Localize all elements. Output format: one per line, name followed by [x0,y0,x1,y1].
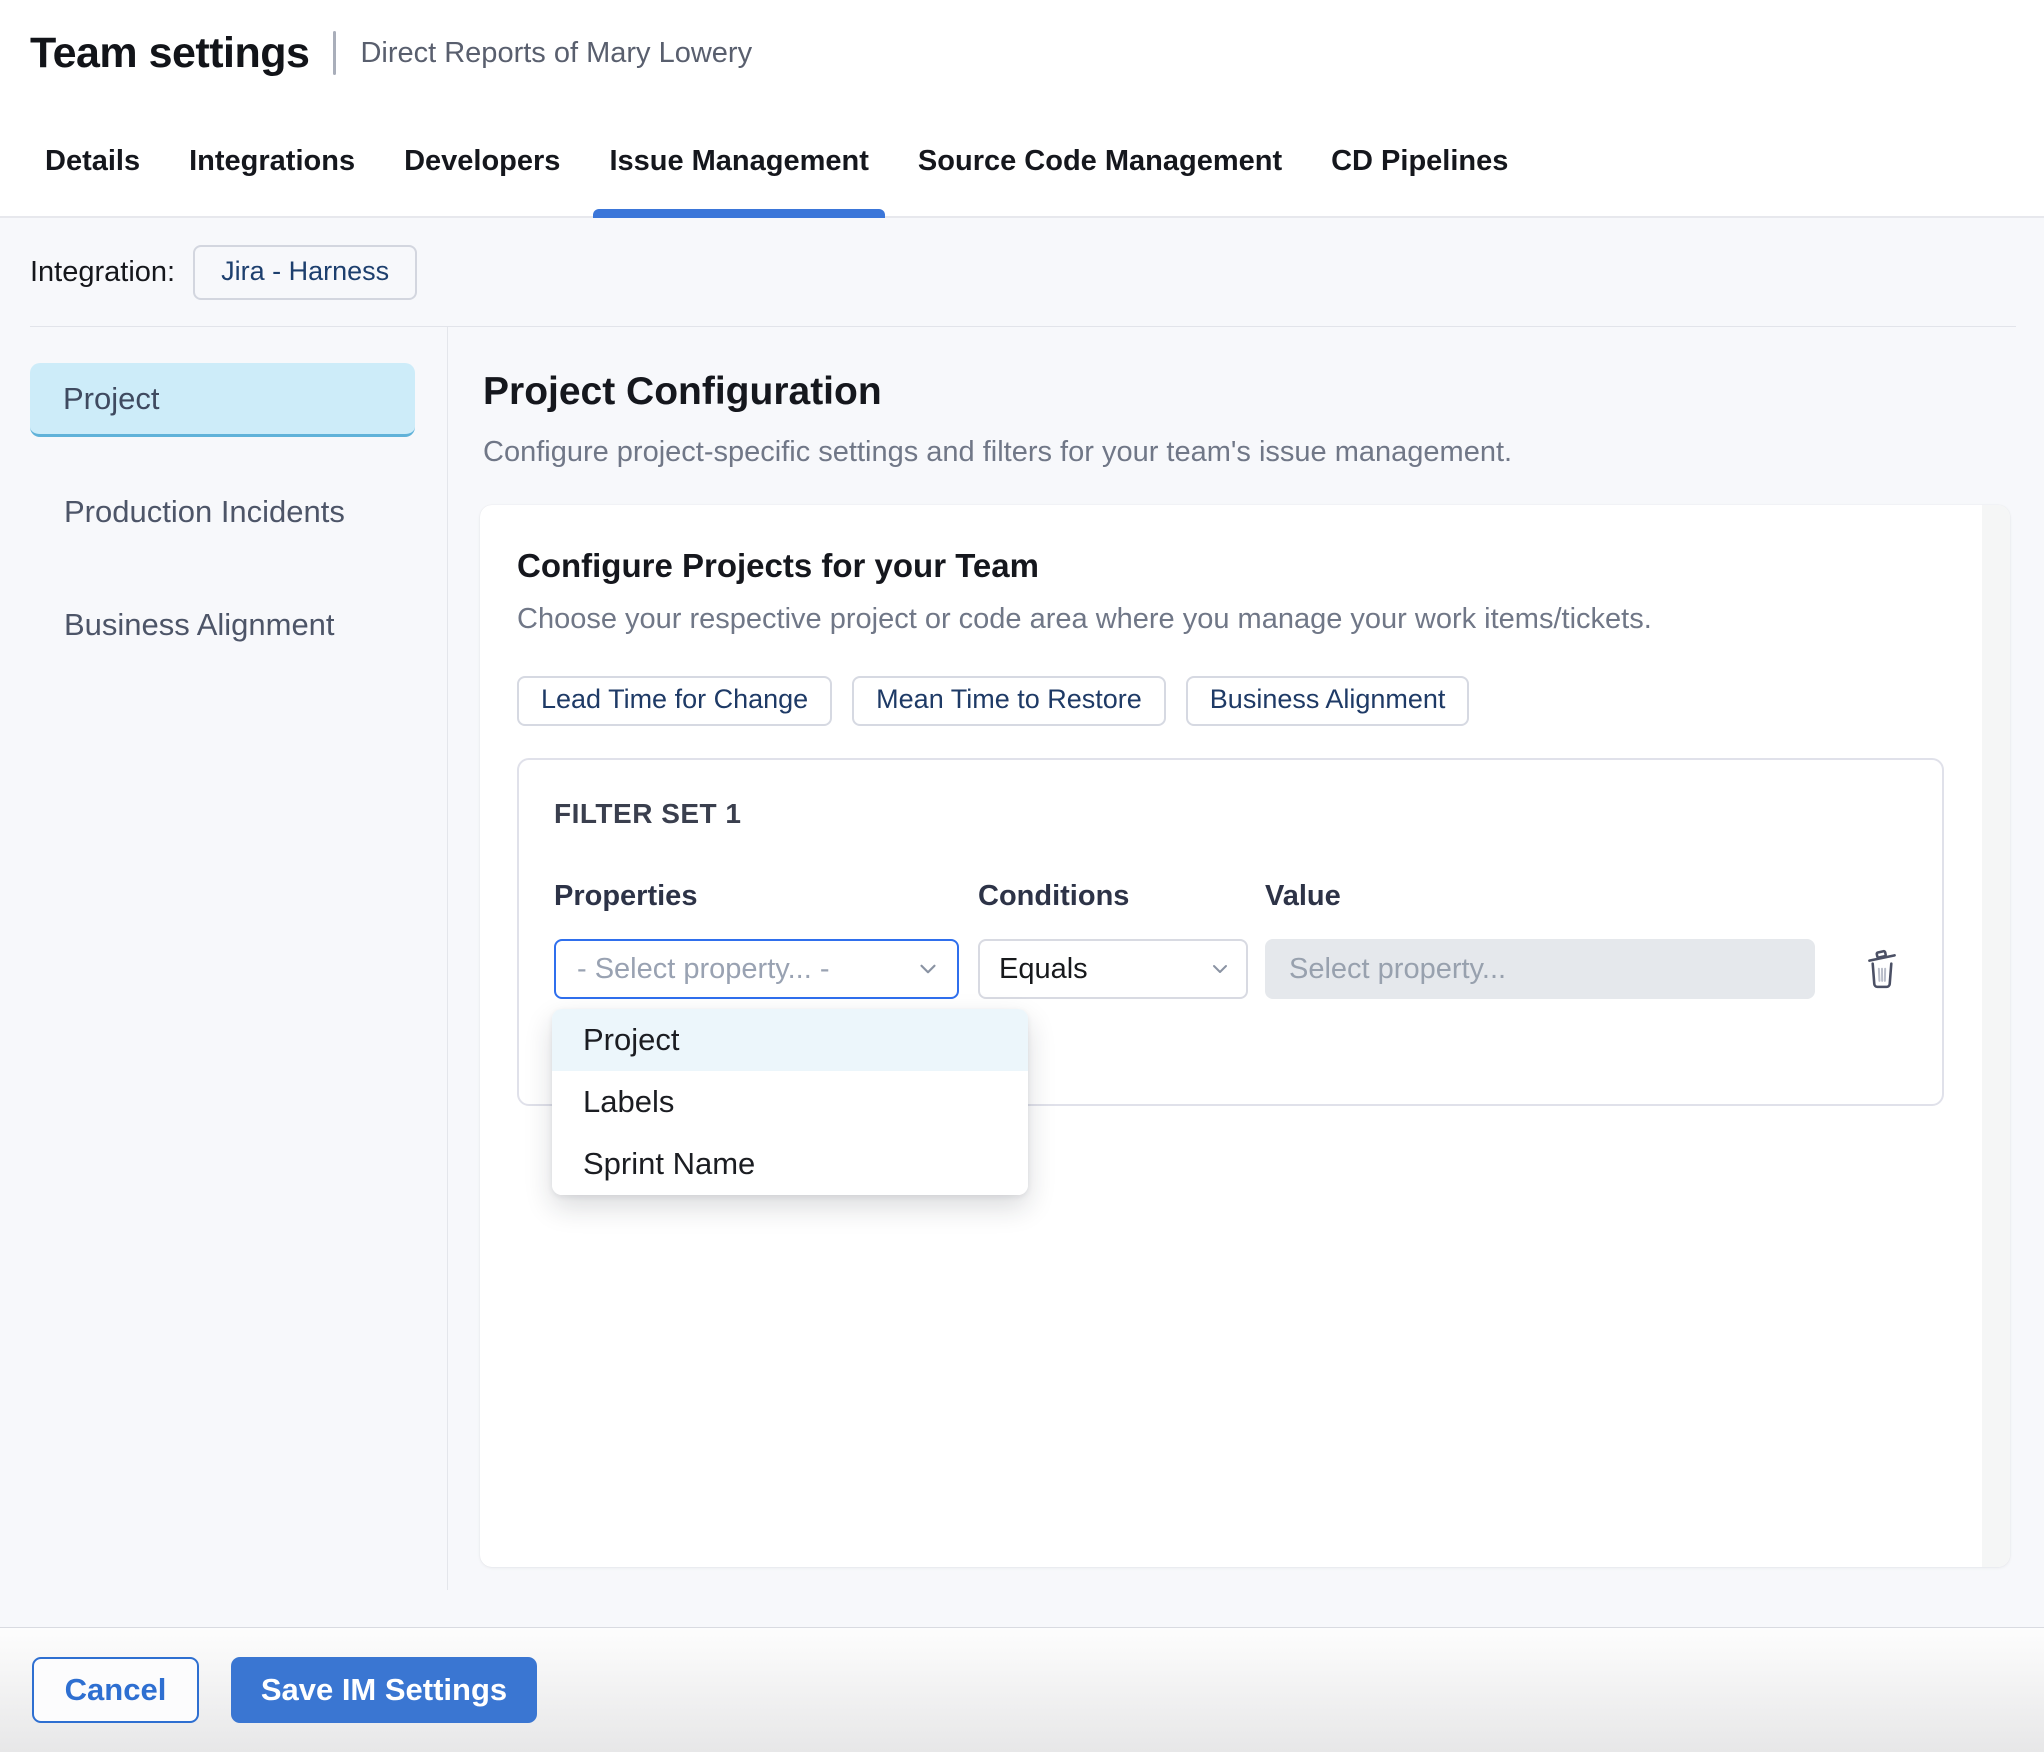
chip-mean-time-to-restore[interactable]: Mean Time to Restore [852,676,1166,726]
conditions-select-value: Equals [999,952,1088,985]
action-footer: Cancel Save IM Settings [0,1627,2044,1752]
section-title: Project Configuration [483,370,882,413]
tab-integrations[interactable]: Integrations [189,106,355,216]
sidebar-item-project[interactable]: Project [30,363,415,437]
integration-row: Integration: Jira - Harness [0,218,2044,327]
page-header: Team settings Direct Reports of Mary Low… [0,0,2044,106]
chevron-down-icon [920,964,936,974]
section-description: Configure project-specific settings and … [483,436,1513,468]
configure-projects-card: Configure Projects for your Team Choose … [480,505,2010,1567]
filter-set-title: FILTER SET 1 [554,798,742,829]
tab-issue-management[interactable]: Issue Management [593,106,886,218]
properties-select-placeholder: - Select property... - [577,952,830,985]
chip-lead-time-for-change[interactable]: Lead Time for Change [517,676,833,726]
properties-select[interactable]: - Select property... - [554,939,959,999]
conditions-select[interactable]: Equals [978,939,1248,999]
tab-details[interactable]: Details [45,106,140,216]
value-input[interactable] [1265,939,1815,999]
card-scroll-gutter [1982,505,2010,1567]
tab-developers[interactable]: Developers [404,106,560,216]
filter-set-1: FILTER SET 1 Properties Conditions Value… [517,758,1944,1195]
main-panel: Project Configuration Configure project-… [448,327,2044,1627]
sidebar-item-business-alignment[interactable]: Business Alignment [64,607,448,643]
dropdown-option-sprint-name[interactable]: Sprint Name [552,1133,1028,1195]
settings-sidebar: Project Production Incidents Business Al… [0,327,448,1627]
page-title: Team settings [30,28,310,77]
dropdown-option-project[interactable]: Project [552,1009,1028,1071]
chip-business-alignment[interactable]: Business Alignment [1185,676,1470,726]
tab-cd-pipelines[interactable]: CD Pipelines [1331,106,1508,216]
cancel-button[interactable]: Cancel [32,1657,199,1723]
save-im-settings-button[interactable]: Save IM Settings [231,1657,537,1723]
metric-chip-row: Lead Time for Change Mean Time to Restor… [517,676,1944,726]
content-area: Integration: Jira - Harness Project Prod… [0,218,2044,1627]
integration-chip[interactable]: Jira - Harness [193,245,418,300]
column-header-value: Value [1265,880,1341,912]
properties-dropdown: Project Labels Sprint Name [552,1009,1028,1195]
trash-icon [1868,949,1896,989]
card-title: Configure Projects for your Team [517,547,1039,584]
sidebar-item-label: Project [63,380,160,416]
card-description: Choose your respective project or code a… [517,603,1652,635]
delete-filter-button[interactable] [1861,946,1903,992]
dropdown-option-labels[interactable]: Labels [552,1071,1028,1133]
tab-source-code-management[interactable]: Source Code Management [918,106,1282,216]
column-header-conditions: Conditions [978,880,1130,912]
integration-label: Integration: [30,256,176,288]
title-separator [333,31,337,75]
filter-column-headers: Properties Conditions Value [554,880,1942,913]
tab-bar: Details Integrations Developers Issue Ma… [0,106,2044,218]
chevron-down-icon [1213,965,1227,973]
column-header-properties: Properties [554,880,698,912]
sidebar-item-production-incidents[interactable]: Production Incidents [64,494,448,530]
filter-row: - Select property... - Project Labels Sp… [552,939,1942,1195]
page-subtitle: Direct Reports of Mary Lowery [360,36,753,69]
